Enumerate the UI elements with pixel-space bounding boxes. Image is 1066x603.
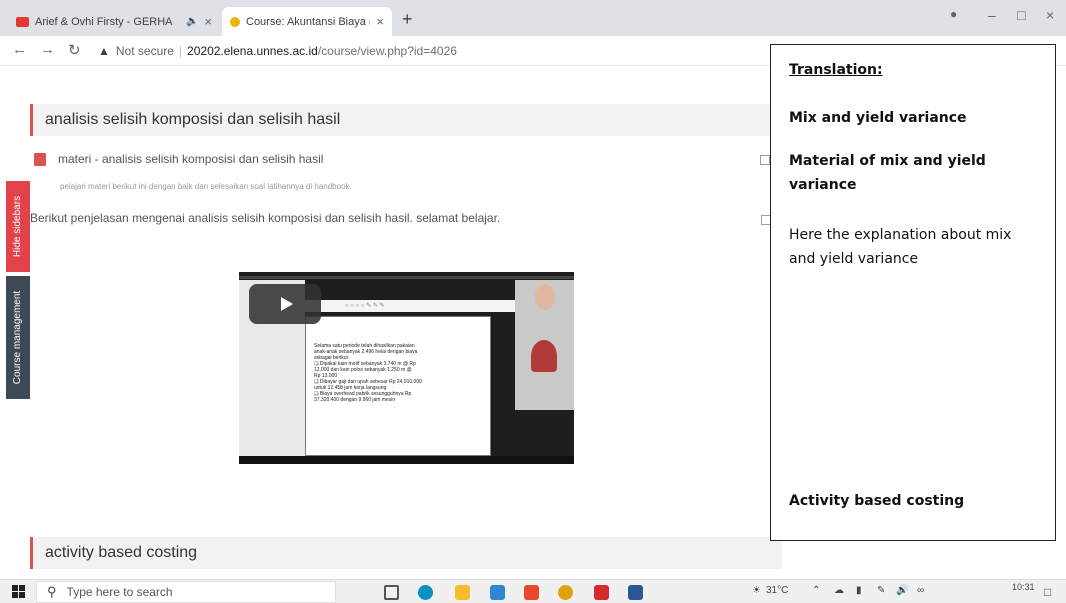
- speaker-icon[interactable]: 🔈: [186, 16, 198, 27]
- presenter-thumbnail: [535, 284, 555, 310]
- translation-box: Translation: Mix and yield variance Mate…: [770, 44, 1056, 541]
- close-tab-icon[interactable]: ×: [204, 14, 212, 29]
- chrome-icon[interactable]: [558, 585, 573, 600]
- battery-icon[interactable]: ▮: [856, 585, 862, 596]
- weather-icon[interactable]: ☀: [752, 585, 761, 596]
- hide-sidebars-label: Hide sidebars: [12, 195, 24, 258]
- taskbar-search[interactable]: ⚲ Type here to search: [36, 581, 336, 603]
- tab-title: Arief & Ovhi Firsty - GERHA: [35, 15, 176, 28]
- tab-course[interactable]: Course: Akuntansi Biaya (20202̃ ×: [222, 7, 392, 36]
- url-path: /course/view.php?id=4026: [317, 44, 457, 58]
- play-icon: [280, 297, 293, 311]
- intro-text: Berikut penjelasan mengenai analisis sel…: [30, 211, 501, 225]
- edge-icon[interactable]: [418, 585, 433, 600]
- section-title-text: analisis selisih komposisi dan selisih h…: [45, 111, 341, 128]
- maximize-icon[interactable]: □: [1017, 7, 1025, 23]
- new-tab-button[interactable]: +: [402, 9, 413, 30]
- taskbar-search-placeholder: Type here to search: [66, 585, 173, 599]
- task-view-icon[interactable]: [384, 585, 399, 600]
- course-management-label: Course management: [12, 290, 24, 385]
- translation-line: Mix and yield variance: [789, 110, 967, 126]
- tab-title: Course: Akuntansi Biaya (20202̃: [246, 15, 370, 28]
- search-icon: ⚲: [47, 584, 57, 599]
- minimize-icon[interactable]: –: [988, 7, 996, 23]
- reload-icon[interactable]: ↻: [68, 41, 81, 59]
- section-title-text: activity based costing: [45, 544, 198, 561]
- address-separator: |: [178, 44, 183, 58]
- video-slide: Selama satu periode telah dihasilkan pak…: [305, 316, 491, 456]
- activity-description: pelajari materi berikut ini dengan baik …: [60, 182, 352, 191]
- volume-icon[interactable]: 🔊: [896, 585, 908, 596]
- completion-checkbox[interactable]: [760, 155, 770, 165]
- store-icon[interactable]: [490, 585, 505, 600]
- video-bottom-bar: [239, 456, 574, 464]
- video-player[interactable]: ○ ○ ○ ○ ✎ ✎ ✎ Selama satu periode telah …: [239, 272, 574, 464]
- temperature[interactable]: 31°C: [766, 585, 788, 596]
- forward-icon[interactable]: →: [40, 41, 55, 58]
- translation-line: Here the explanation about mix and yield…: [789, 227, 1012, 267]
- chevron-up-icon[interactable]: ⌃: [812, 585, 820, 596]
- section-title: activity based costing: [30, 537, 782, 569]
- address-bar[interactable]: ▲ Not secure | 20202.elena.unnes.ac.id /…: [98, 40, 758, 62]
- translation-line: Material of mix and yield variance: [789, 153, 986, 193]
- network-icon[interactable]: ∞: [917, 585, 924, 596]
- clock-time[interactable]: 10:31: [1012, 582, 1035, 592]
- pen-icon[interactable]: ✎: [877, 585, 885, 596]
- notification-icon[interactable]: □: [1044, 585, 1051, 599]
- slide-line: 37.320.400 dengan 9.960 jam mesin: [314, 397, 396, 403]
- youtube-icon: [16, 16, 29, 27]
- tab-youtube[interactable]: Arief & Ovhi Firsty - GERHA 🔈 ×: [8, 7, 220, 36]
- video-drawing-toolbar: ○ ○ ○ ○ ✎ ✎ ✎: [305, 300, 515, 312]
- pdf-icon: [34, 152, 46, 166]
- presenter-thumbnail: [531, 340, 557, 372]
- cloud-icon[interactable]: ☁: [834, 585, 844, 596]
- close-window-icon[interactable]: ×: [1046, 7, 1054, 23]
- acrobat-icon[interactable]: [594, 585, 609, 600]
- close-tab-icon[interactable]: ×: [376, 14, 384, 29]
- office-icon[interactable]: [524, 585, 539, 600]
- translation-line: Activity based costing: [789, 493, 965, 509]
- course-management-tab[interactable]: Course management: [6, 276, 30, 399]
- hide-sidebars-tab[interactable]: Hide sidebars: [6, 181, 30, 272]
- activity-link[interactable]: materi - analisis selisih komposisi dan …: [58, 152, 323, 166]
- play-button[interactable]: [249, 284, 321, 324]
- word-icon[interactable]: [628, 585, 643, 600]
- moodle-icon: [230, 16, 240, 27]
- section-title: analisis selisih komposisi dan selisih h…: [30, 104, 782, 136]
- warning-icon: ▲: [98, 44, 110, 58]
- activity-resource[interactable]: materi - analisis selisih komposisi dan …: [34, 152, 323, 166]
- translation-heading: Translation:: [789, 62, 883, 78]
- windows-start-icon[interactable]: [12, 585, 25, 598]
- profile-icon[interactable]: ●: [950, 7, 957, 21]
- file-explorer-icon[interactable]: [455, 585, 470, 600]
- not-secure-label: Not secure: [115, 44, 174, 58]
- url-host: 20202.elena.unnes.ac.id: [187, 44, 318, 58]
- browser-tab-strip: Arief & Ovhi Firsty - GERHA 🔈 × Course: …: [0, 0, 1066, 36]
- taskbar: ⚲ Type here to search ☀ 31°C ⌃ ☁ ▮ ✎ 🔊 ∞…: [0, 579, 1066, 603]
- back-icon[interactable]: ←: [12, 41, 27, 58]
- video-top-bar: [239, 276, 574, 279]
